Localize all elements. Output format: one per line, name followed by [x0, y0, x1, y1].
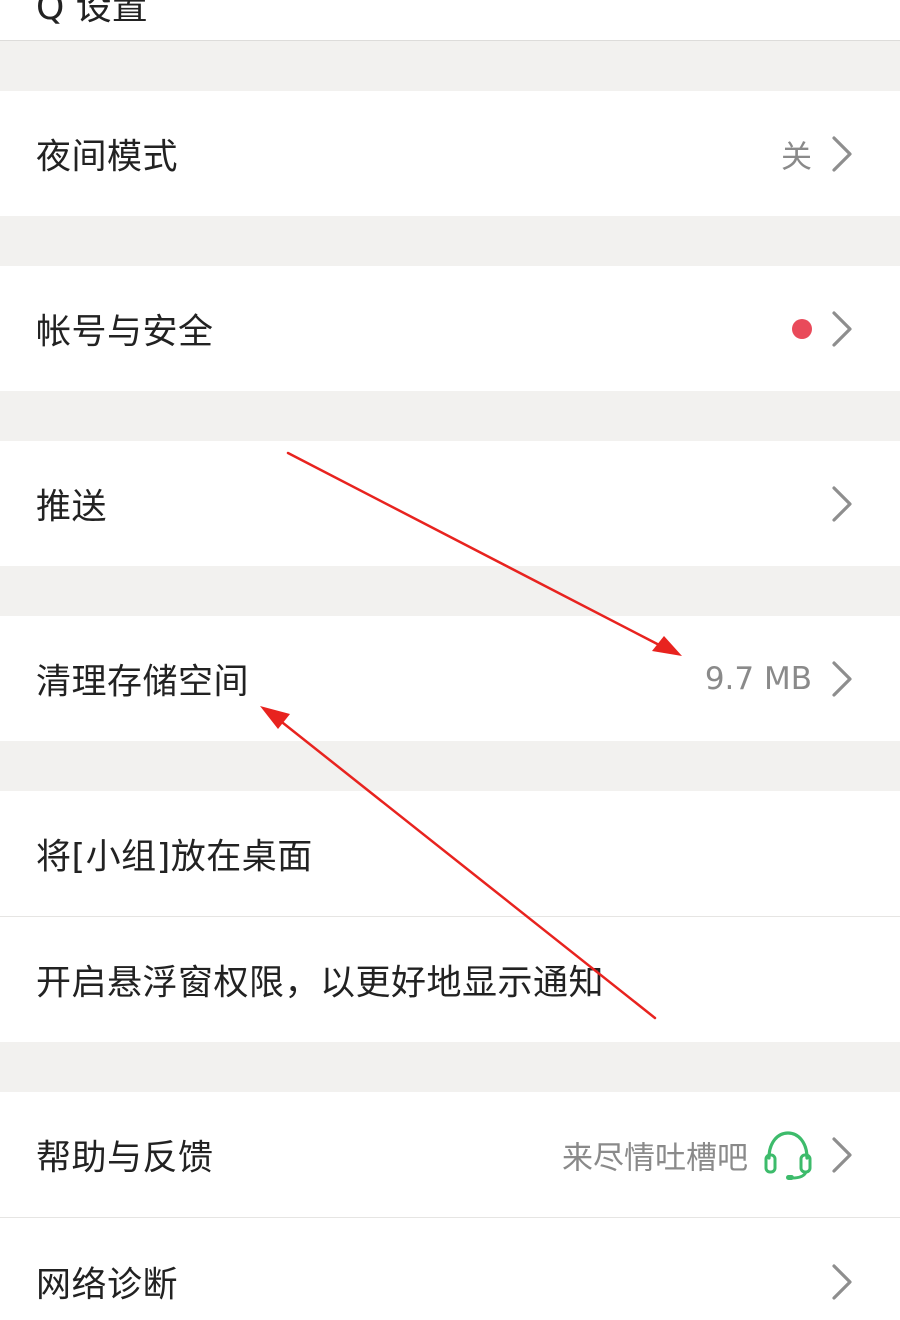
storage-size-value: 9.7 MB	[704, 660, 812, 697]
chevron-right-icon	[832, 1137, 852, 1173]
help-feedback-value: 来尽情吐槽吧	[562, 1140, 748, 1177]
help-feedback-label: 帮助与反馈	[36, 1138, 214, 1179]
top-bar: Q 设置	[0, 0, 900, 41]
night-mode-label: 夜间模式	[36, 137, 179, 177]
headset-icon	[764, 1131, 812, 1180]
widget-desktop-label: 将[小组]放在桌面	[36, 837, 313, 878]
chevron-right-icon	[832, 660, 852, 697]
chevron-right-icon	[832, 135, 852, 172]
setting-help-feedback[interactable]: 帮助与反馈 来尽情吐槽吧	[0, 1092, 900, 1218]
floating-window-label: 开启悬浮窗权限，以更好地显示通知	[36, 963, 605, 1003]
page-title: Q 设置	[36, 0, 148, 28]
setting-night-mode[interactable]: 夜间模式 关	[0, 91, 900, 216]
setting-floating-window[interactable]: 开启悬浮窗权限，以更好地显示通知	[0, 917, 900, 1042]
push-label: 推送	[36, 487, 108, 527]
network-diagnosis-label: 网络诊断	[36, 1265, 179, 1306]
setting-account-security[interactable]: 帐号与安全	[0, 266, 900, 391]
chevron-right-icon	[832, 485, 852, 522]
account-security-label: 帐号与安全	[36, 312, 214, 352]
chevron-right-icon	[832, 310, 852, 347]
notification-dot-icon	[792, 318, 812, 339]
night-mode-value: 关	[781, 139, 812, 175]
chevron-right-icon	[832, 1264, 852, 1300]
setting-widget-desktop[interactable]: 将[小组]放在桌面	[0, 791, 900, 917]
clear-storage-label: 清理存储空间	[36, 662, 250, 702]
setting-clear-storage[interactable]: 清理存储空间 9.7 MB	[0, 616, 900, 741]
setting-push[interactable]: 推送	[0, 441, 900, 566]
setting-network-diagnosis[interactable]: 网络诊断	[0, 1218, 900, 1320]
